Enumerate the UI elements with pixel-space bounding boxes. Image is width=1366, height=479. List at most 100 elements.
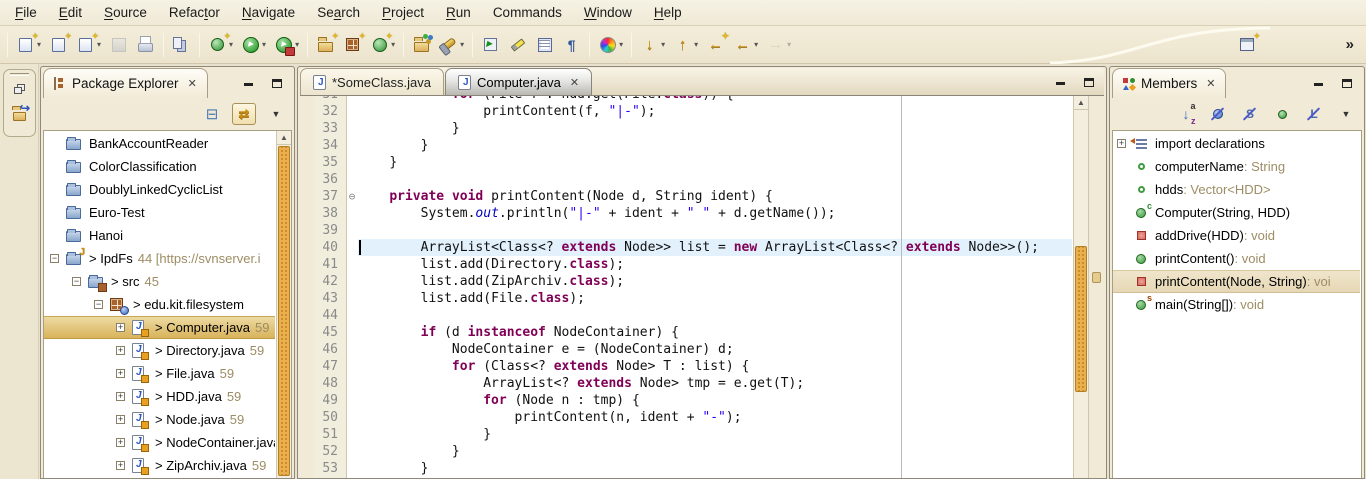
chevron-down-icon[interactable]: ▾ [694, 40, 698, 49]
minimize-icon[interactable] [1309, 74, 1328, 93]
collapse-all-button[interactable]: ⊟ [200, 103, 224, 125]
tree-item[interactable]: +Euro-Test [44, 201, 275, 224]
member-item[interactable]: +smain(String[]) : void [1113, 293, 1360, 316]
previous-annotation-button[interactable]: ↑▾ [670, 33, 701, 56]
code-line[interactable]: 38 System.out.println("|-" + ident + " "… [300, 205, 1072, 222]
view-menu-button[interactable]: ▼ [264, 103, 288, 125]
expand-toggle[interactable]: + [116, 415, 125, 424]
expand-toggle[interactable]: + [116, 369, 125, 378]
debug-button[interactable]: ▾ [205, 33, 236, 56]
java-editor[interactable]: 31 for (File f : hdd.get(File.class)) {3… [300, 96, 1104, 478]
maximize-icon[interactable] [1337, 74, 1356, 93]
last-edit-location-button[interactable]: ← [703, 33, 728, 56]
member-item[interactable]: +printContent(Node, String) : voi [1113, 270, 1360, 293]
code-line[interactable]: 49 for (Node n : tmp) { [300, 392, 1072, 409]
new-view-button[interactable]: ▾ [73, 33, 104, 56]
editor-tab-someclassjava[interactable]: *SomeClass.java [300, 68, 444, 95]
fold-marker[interactable]: ⊖ [346, 190, 358, 203]
close-icon[interactable]: ✕ [570, 76, 579, 89]
code-line[interactable]: 32 printContent(f, "|-"); [300, 103, 1072, 120]
scroll-up-icon[interactable]: ▲ [1074, 96, 1088, 110]
expand-toggle[interactable]: − [50, 254, 59, 263]
expand-toggle[interactable]: − [94, 300, 103, 309]
code-line[interactable]: 45 if (d instanceof NodeContainer) { [300, 324, 1072, 341]
next-annotation-button[interactable]: ↓▾ [637, 33, 668, 56]
chevron-down-icon[interactable]: ▾ [295, 40, 299, 49]
search-button[interactable]: ▾ [436, 33, 467, 56]
code-line[interactable]: 52 } [300, 443, 1072, 460]
code-line[interactable]: 34 } [300, 137, 1072, 154]
expand-toggle[interactable]: + [1117, 139, 1126, 148]
menu-item-search[interactable]: Search [306, 2, 371, 23]
tree-item[interactable]: +> Computer.java59 [44, 316, 275, 339]
open-type-button[interactable] [409, 33, 434, 56]
view-stack-handle[interactable] [10, 73, 29, 76]
view-menu-button[interactable]: ▼ [1334, 103, 1358, 125]
hide-local-types-button[interactable]: L [1302, 103, 1326, 125]
chevron-down-icon[interactable]: ▾ [754, 40, 758, 49]
tree-item[interactable]: +> ZipArchiv.java59 [44, 454, 275, 477]
package-explorer-tab[interactable]: Package Explorer ✕ [43, 68, 208, 98]
print-button[interactable] [133, 33, 158, 56]
menu-item-refactor[interactable]: Refactor [158, 2, 231, 23]
code-line[interactable]: 50 printContent(n, ident + "-"); [300, 409, 1072, 426]
code-line[interactable]: 46 NodeContainer e = (NodeContainer) d; [300, 341, 1072, 358]
scrollbar-thumb[interactable] [1075, 246, 1087, 392]
overview-ruler[interactable] [1088, 96, 1104, 478]
hide-fields-button[interactable] [1206, 103, 1230, 125]
member-item[interactable]: +hdds : Vector<HDD> [1113, 178, 1360, 201]
code-line[interactable]: 41 list.add(Directory.class); [300, 256, 1072, 273]
expand-toggle[interactable]: + [116, 438, 125, 447]
new-project-button[interactable] [46, 33, 71, 56]
chevron-down-icon[interactable]: ▾ [619, 40, 623, 49]
code-line[interactable]: 31 for (File f : hdd.get(File.class)) { [300, 96, 1072, 103]
package-explorer-scrollbar[interactable]: ▲ [276, 131, 291, 478]
maximize-icon[interactable] [1079, 73, 1098, 92]
menu-item-commands[interactable]: Commands [482, 2, 573, 23]
show-whitespace-button[interactable]: ¶ [559, 33, 584, 56]
code-line[interactable]: 51 } [300, 426, 1072, 443]
chevron-down-icon[interactable]: ▾ [787, 40, 791, 49]
members-tab[interactable]: Members ✕ [1112, 68, 1226, 98]
code-line[interactable]: 39 [300, 222, 1072, 239]
chevron-down-icon[interactable]: ▾ [460, 40, 464, 49]
minimize-icon[interactable] [239, 74, 258, 93]
code-line[interactable]: 44 [300, 307, 1072, 324]
menu-item-window[interactable]: Window [573, 2, 643, 23]
code-line[interactable]: 43 list.add(File.class); [300, 290, 1072, 307]
member-item[interactable]: +addDrive(HDD) : void [1113, 224, 1360, 247]
restore-views-button[interactable] [8, 78, 32, 100]
close-icon[interactable]: ✕ [188, 77, 197, 90]
tree-item[interactable]: −> src45 [44, 270, 275, 293]
expand-toggle[interactable]: + [116, 461, 125, 470]
menu-item-source[interactable]: Source [93, 2, 158, 23]
color-palette-button[interactable]: ▾ [595, 33, 626, 56]
mark-occurrences-button[interactable] [532, 33, 557, 56]
code-line[interactable]: 42 list.add(ZipArchiv.class); [300, 273, 1072, 290]
menu-item-run[interactable]: Run [435, 2, 482, 23]
minimize-icon[interactable] [1051, 73, 1070, 92]
external-tools-button[interactable]: ▾ [271, 33, 302, 56]
member-item[interactable]: +computerName : String [1113, 155, 1360, 178]
menu-item-edit[interactable]: Edit [48, 2, 93, 23]
sort-button[interactable]: ↓ [1174, 103, 1198, 125]
tree-item[interactable]: +> Node.java59 [44, 408, 275, 431]
code-line[interactable]: 40 ArrayList<Class<? extends Node>> list… [300, 239, 1072, 256]
menu-item-help[interactable]: Help [643, 2, 693, 23]
tree-item[interactable]: +ColorClassification [44, 155, 275, 178]
code-line[interactable]: 36 [300, 171, 1072, 188]
new-package-button[interactable] [340, 33, 365, 56]
link-with-editor-button[interactable]: ⇄ [232, 103, 256, 125]
expand-toggle[interactable]: + [116, 392, 125, 401]
tree-item[interactable]: +DoublyLinkedCyclicList [44, 178, 275, 201]
editor-tab-computerjava[interactable]: Computer.java✕ [445, 68, 592, 95]
code-line[interactable]: 35 } [300, 154, 1072, 171]
maximize-icon[interactable] [267, 74, 286, 93]
tree-item[interactable]: −> IpdFs44 [https://svnserver.i [44, 247, 275, 270]
chevron-down-icon[interactable]: ▾ [262, 40, 266, 49]
occurrence-marker[interactable] [1092, 272, 1101, 283]
run-button[interactable]: ▾ [238, 33, 269, 56]
highlighter-button[interactable] [505, 33, 530, 56]
tree-item[interactable]: +BankAccountReader [44, 132, 275, 155]
run-last-tool-button[interactable] [478, 33, 503, 56]
